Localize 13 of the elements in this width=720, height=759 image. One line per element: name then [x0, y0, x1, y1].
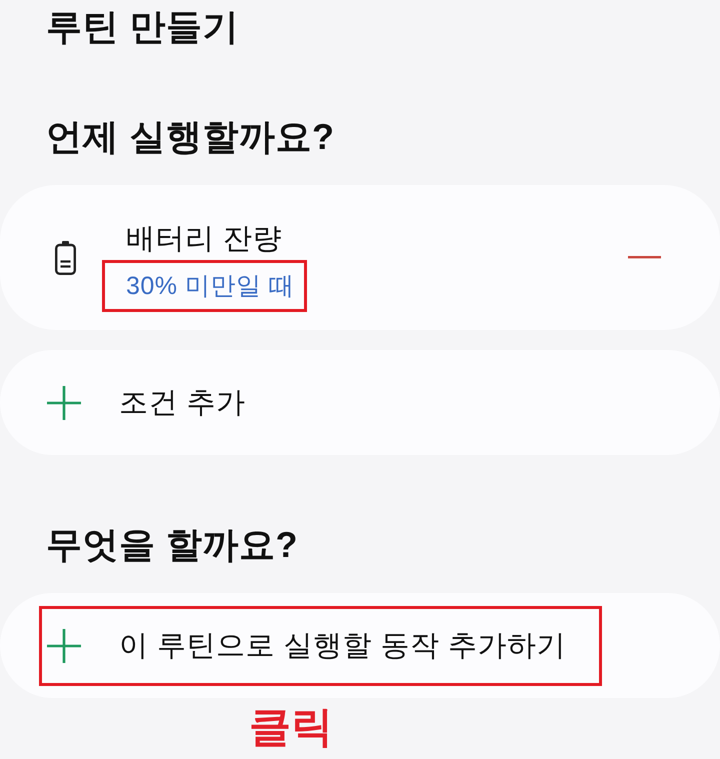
condition-card[interactable]: 배터리 잔량 30% 미만일 때 — [0, 185, 720, 330]
add-button[interactable]: 이 루틴으로 실행할 동작 추가하기 — [42, 608, 599, 682]
minus-icon — [628, 256, 661, 259]
add-button[interactable]: 조건 추가 — [42, 366, 599, 440]
condition-title: 배터리 잔량 — [126, 222, 282, 257]
battery-icon — [55, 240, 76, 275]
section-heading: 무엇을 할까요? — [46, 523, 298, 567]
plus-icon — [47, 386, 81, 420]
condition-detail: 30% 미만일 때 — [126, 271, 294, 301]
plus-icon — [47, 628, 81, 662]
callout-text: 클릭 — [249, 704, 333, 750]
page-title: 루틴 만들기 — [46, 5, 240, 49]
section-heading: 언제 실행할까요? — [46, 115, 334, 159]
